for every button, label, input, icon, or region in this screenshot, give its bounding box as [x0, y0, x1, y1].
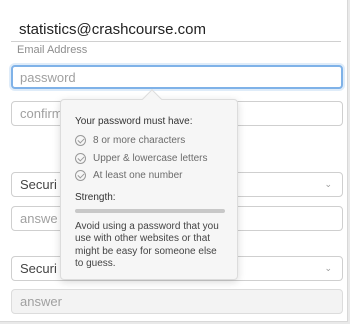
password-advice: Avoid using a password that you use with… [75, 220, 219, 270]
email-value[interactable]: statistics@crashcourse.com [19, 21, 206, 38]
requirement-text: At least one number [93, 170, 183, 182]
password-placeholder: password [20, 70, 76, 85]
account-form: statistics@crashcourse.com Email Address… [0, 0, 348, 322]
requirement-text: Upper & lowercase letters [93, 152, 208, 164]
email-underline [11, 41, 341, 42]
security-question-1-label: Securi [20, 177, 57, 192]
answer-2-input[interactable]: answer [11, 289, 343, 314]
requirement-text: 8 or more characters [93, 135, 186, 147]
check-circle-icon [75, 170, 86, 182]
check-circle-icon [75, 152, 86, 164]
check-circle-icon [75, 135, 86, 147]
password-input[interactable]: password [11, 65, 343, 89]
answer-1-placeholder: answe [20, 211, 58, 226]
answer-2-placeholder: answer [20, 294, 62, 309]
chevron-down-icon: ⌄ [324, 179, 332, 189]
email-label: Email Address [17, 44, 88, 56]
strength-meter [75, 208, 225, 213]
strength-label: Strength: [75, 191, 116, 203]
chevron-down-icon: ⌄ [324, 263, 332, 273]
tooltip-arrow [142, 89, 162, 109]
security-question-2-label: Securi [20, 261, 57, 276]
requirement-item: Upper & lowercase letters [75, 150, 224, 168]
requirement-item: At least one number [75, 167, 224, 185]
requirement-item: 8 or more characters [75, 132, 224, 150]
password-requirements-tooltip: Your password must have: 8 or more chara… [60, 89, 238, 280]
tooltip-heading: Your password must have: [75, 116, 193, 127]
confirm-placeholder: confirm [20, 106, 63, 121]
